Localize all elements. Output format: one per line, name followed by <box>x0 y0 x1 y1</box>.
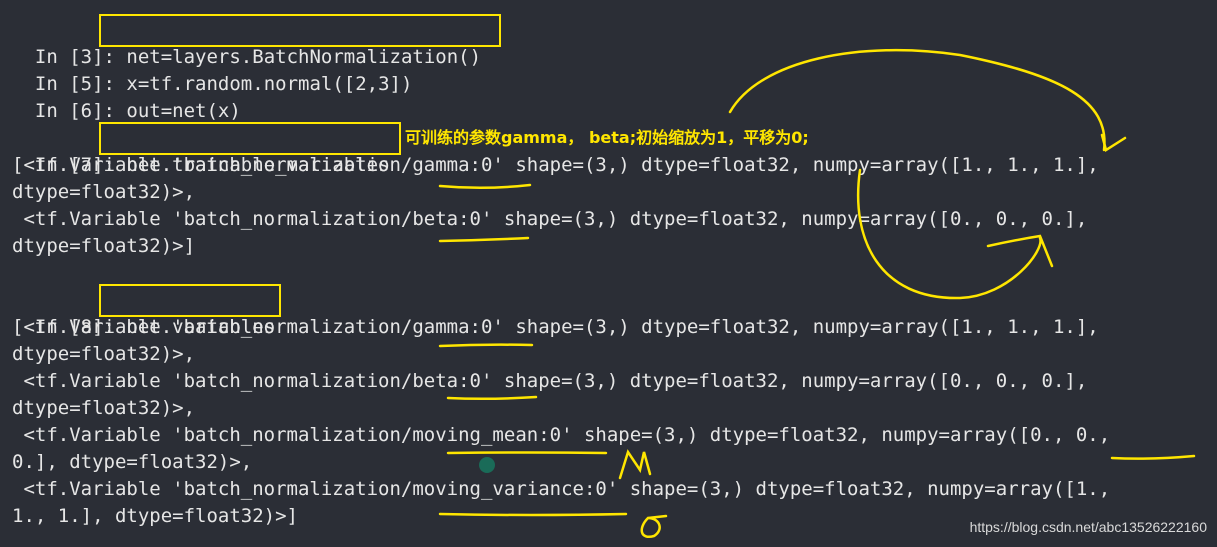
arrow-to-beta-values <box>856 168 1042 300</box>
underline-gamma-2 <box>438 343 534 348</box>
highlight-box-variables <box>99 284 281 317</box>
output-7-line-1: [<tf.Variable 'batch_normalization/gamma… <box>12 154 1099 176</box>
annotation-note: 可训练的参数gamma， beta;初始缩放为1，平移为0; <box>405 128 809 147</box>
underline-moving-variance <box>438 512 628 517</box>
watermark: https://blog.csdn.net/abc13526222160 <box>969 519 1207 535</box>
highlight-box-trainable <box>99 122 401 155</box>
output-8-line-6: 0.], dtype=float32)>, <box>12 451 253 473</box>
underline-mean-values <box>1110 454 1196 460</box>
handwritten-sigma-symbol <box>640 514 668 539</box>
underline-beta-1 <box>438 236 530 243</box>
output-8-line-7: <tf.Variable 'batch_normalization/moving… <box>12 478 1111 500</box>
output-7-line-3: <tf.Variable 'batch_normalization/beta:0… <box>12 208 1088 230</box>
output-8-line-3: <tf.Variable 'batch_normalization/beta:0… <box>12 370 1088 392</box>
code-6[interactable]: out=net(x) <box>126 100 240 122</box>
underline-gamma-1 <box>438 183 532 190</box>
highlight-box-batchnorm <box>99 14 501 47</box>
output-8-line-8: 1., 1.], dtype=float32)>] <box>12 505 298 527</box>
cell-5[interactable]: In [5]: x=tf.random.normal([2,3]) <box>12 44 413 95</box>
output-8-line-5: <tf.Variable 'batch_normalization/moving… <box>12 424 1111 446</box>
arrow-head-beta <box>986 234 1054 268</box>
cell-6[interactable]: In [6]: out=net(x) <box>12 71 241 122</box>
output-7-line-4: dtype=float32)>] <box>12 235 196 257</box>
output-8-line-1: [<tf.Variable 'batch_normalization/gamma… <box>12 316 1099 338</box>
underline-beta-2 <box>446 395 538 401</box>
output-8-line-2: dtype=float32)>, <box>12 343 196 365</box>
prompt-6: In [6]: <box>34 100 115 122</box>
output-8-line-4: dtype=float32)>, <box>12 397 196 419</box>
output-7-line-2: dtype=float32)>, <box>12 181 196 203</box>
arrow-head-gamma <box>1100 133 1127 152</box>
handwritten-mu-symbol <box>618 449 652 480</box>
pen-dot <box>479 457 495 473</box>
underline-moving-mean <box>446 451 608 455</box>
